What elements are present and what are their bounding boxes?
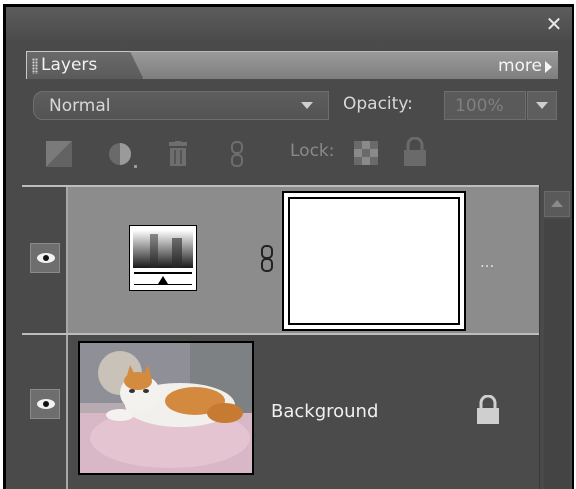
lock-icon: [476, 394, 500, 425]
opacity-label: Opacity:: [343, 94, 413, 114]
eye-icon[interactable]: [30, 243, 60, 273]
layer-options-ellipsis[interactable]: ...: [480, 253, 494, 271]
tab-layers[interactable]: Layers: [26, 51, 144, 80]
panel-tab-row: Layers more: [6, 43, 572, 80]
opacity-field[interactable]: 100%: [444, 91, 526, 120]
layer-controls: Normal Opacity: 100% Lock:: [6, 79, 572, 185]
layer-row-background[interactable]: Background: [22, 333, 539, 489]
chain-link-icon[interactable]: [260, 245, 274, 273]
layers-panel: ✕ Layers more Normal Opacity: 100% Lock:…: [3, 4, 574, 489]
lock-label: Lock:: [290, 141, 335, 161]
levels-adjustment-icon[interactable]: [129, 225, 197, 291]
layer-row-adjustment[interactable]: ...: [22, 185, 539, 333]
trash-icon[interactable]: [166, 141, 190, 167]
chevron-down-icon: [536, 102, 548, 109]
close-button[interactable]: ✕: [544, 14, 564, 34]
scroll-track[interactable]: [544, 219, 570, 489]
layer-mask-thumbnail[interactable]: [282, 191, 466, 331]
layer-name-background[interactable]: Background: [271, 401, 378, 422]
scroll-up-button[interactable]: [544, 191, 570, 217]
blend-mode-select[interactable]: Normal: [33, 91, 329, 120]
new-layer-icon[interactable]: [46, 141, 72, 167]
opacity-value: 100%: [455, 96, 504, 116]
visibility-column: [22, 187, 68, 333]
lock-icon[interactable]: [403, 136, 427, 167]
layers-list: ... Background: [22, 185, 539, 489]
layers-scrollbar[interactable]: [539, 185, 572, 489]
cat-photo-thumbnail[interactable]: [78, 341, 254, 475]
lock-transparent-pixels-icon[interactable]: [354, 141, 378, 165]
more-button[interactable]: more: [498, 56, 542, 76]
more-arrow-icon[interactable]: [545, 61, 552, 73]
panel-titlebar: ✕: [6, 7, 572, 43]
blend-mode-value: Normal: [49, 96, 111, 116]
opacity-dropdown-button[interactable]: [527, 91, 557, 120]
link-icon[interactable]: [230, 141, 244, 167]
adjustment-layer-icon[interactable]: [106, 141, 142, 171]
tab-layers-label: Layers: [41, 55, 98, 75]
grip-icon[interactable]: [32, 58, 38, 74]
visibility-column: [22, 335, 68, 489]
eye-icon[interactable]: [30, 389, 60, 419]
chevron-down-icon: [301, 102, 313, 109]
